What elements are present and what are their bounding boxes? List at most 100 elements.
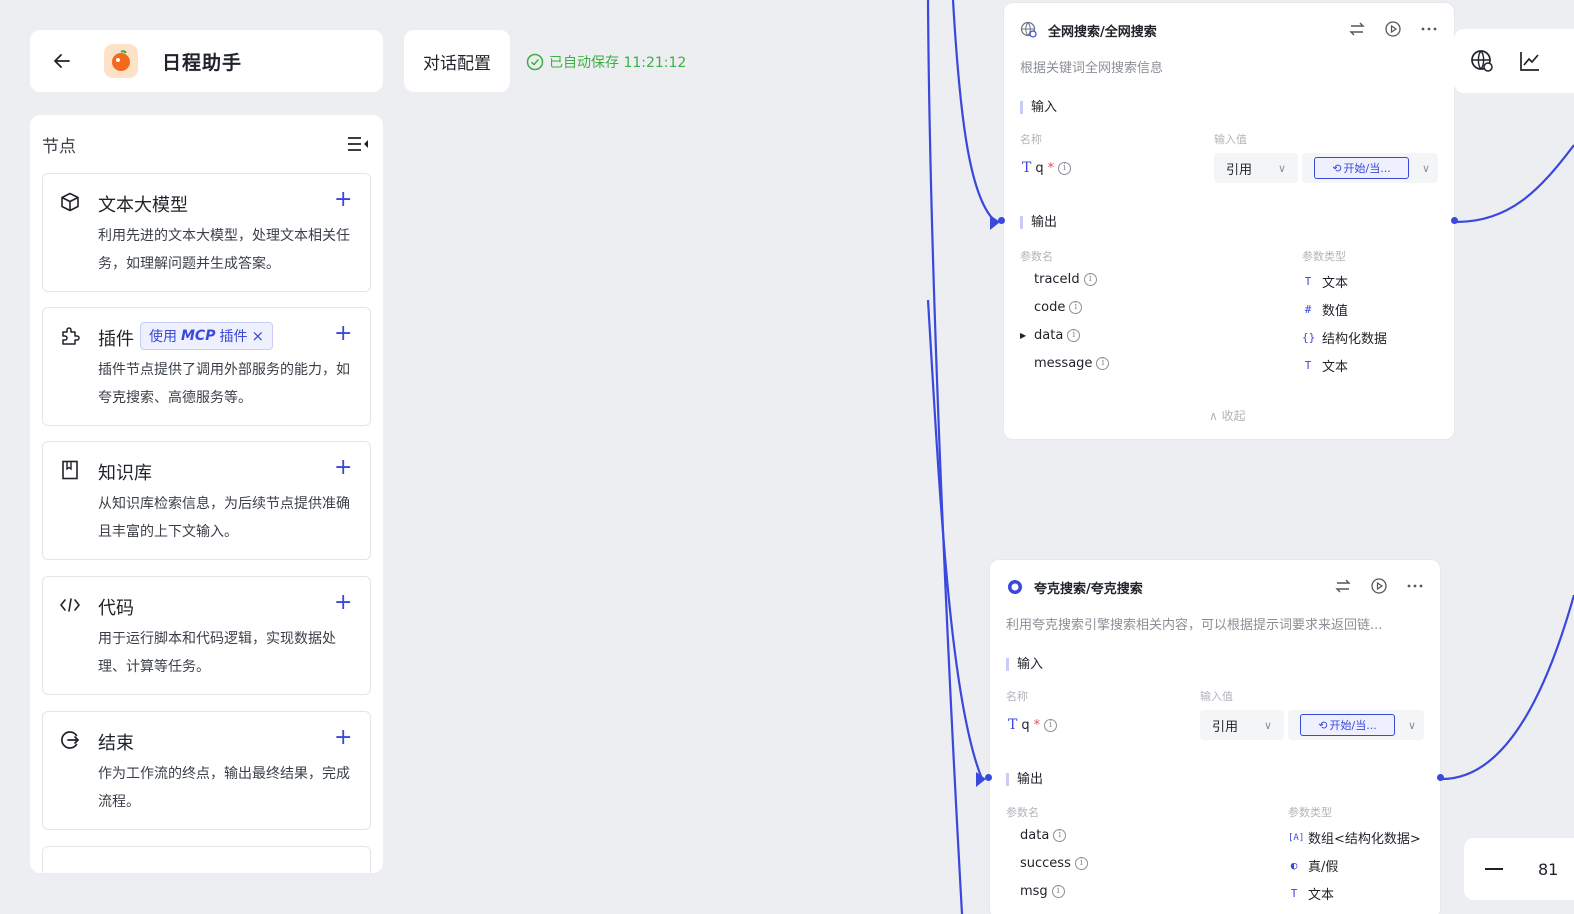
info-icon[interactable]: i: [1069, 301, 1083, 314]
collapse-link[interactable]: ∧ 收起: [1209, 407, 1246, 424]
node-panel: 节点 文本大模型 + 利用先进的文本大模型，处理文本相关任务，如理解问题并生成答…: [30, 115, 383, 873]
param-name: data: [1034, 328, 1064, 343]
mcp-tag-strong: MCP: [181, 328, 216, 344]
info-icon[interactable]: i: [1083, 273, 1097, 286]
reference-value: 开始/当...: [1343, 162, 1391, 175]
info-icon[interactable]: i: [1096, 357, 1110, 370]
output-port[interactable]: [1451, 217, 1458, 224]
info-icon[interactable]: i: [1067, 329, 1081, 342]
chevron-down-icon: ∨: [1277, 161, 1286, 175]
output-param: message i: [1034, 356, 1110, 371]
type-name: 结构化数据: [1322, 332, 1388, 347]
param-name: msg: [1020, 884, 1048, 899]
workflow-node-quark-search[interactable]: 夸克搜索/夸克搜索 利用夸克搜索引擎搜索相关内容，可以根据提示词要求来返回链..…: [989, 559, 1441, 914]
collapse-panel-icon[interactable]: [347, 133, 369, 155]
reference-value-select[interactable]: ⟲ 开始/当... ∨: [1302, 153, 1438, 183]
more-icon[interactable]: [1406, 577, 1424, 595]
reference-select[interactable]: 引用 ∨: [1200, 710, 1284, 740]
back-arrow-icon[interactable]: [50, 49, 74, 73]
canvas-toolbar: [1454, 29, 1574, 93]
node-card-code[interactable]: 代码 + 用于运行脚本和代码逻辑，实现数据处理、计算等任务。: [42, 576, 371, 695]
zoom-level: 81: [1538, 859, 1559, 879]
node-card-plugin[interactable]: 插件 使用 MCP 插件 × + 插件节点提供了调用外部服务的能力，如夸克搜索、…: [42, 307, 371, 426]
info-icon[interactable]: i: [1051, 885, 1065, 898]
param-name: code: [1034, 300, 1066, 315]
info-icon[interactable]: i: [1044, 718, 1058, 732]
reference-value-select[interactable]: ⟲ 开始/当... ∨: [1288, 710, 1424, 740]
app-title-card: 日程助手: [30, 30, 383, 92]
param-name: q: [1021, 717, 1030, 733]
app-avatar: [104, 44, 138, 78]
globe-icon[interactable]: [1470, 49, 1494, 73]
node-card-end[interactable]: 结束 + 作为工作流的终点，输出最终结果，完成流程。: [42, 711, 371, 830]
required-mark: *: [1047, 160, 1055, 176]
node-desc: 根据关键词全网搜索信息: [1020, 61, 1164, 76]
param-name: data: [1020, 828, 1050, 843]
zoom-out-icon[interactable]: [1484, 859, 1504, 879]
number-type-icon: #: [1304, 303, 1312, 316]
check-circle-icon: [526, 53, 544, 71]
node-name: 结束: [98, 733, 134, 754]
swap-icon[interactable]: [1334, 577, 1352, 595]
node-desc: 利用先进的文本大模型，处理文本相关任务，如理解问题并生成答案。: [98, 228, 350, 272]
output-type: ◐ 真/假: [1288, 856, 1339, 875]
add-node-button[interactable]: +: [334, 457, 352, 479]
info-icon[interactable]: i: [1053, 829, 1067, 842]
collapse-text: 收起: [1221, 409, 1246, 423]
text-type-icon: T: [1290, 887, 1298, 900]
input-section-label: 输入: [1006, 658, 1043, 671]
panel-title: 节点: [42, 136, 76, 157]
node-desc: 利用夸克搜索引擎搜索相关内容，可以根据提示词要求来返回链...: [1006, 618, 1383, 633]
input-port[interactable]: [998, 217, 1005, 224]
output-type: {} 结构化数据: [1302, 328, 1387, 347]
param-name: q: [1035, 160, 1044, 176]
type-name: 文本: [1322, 360, 1349, 375]
output-name-column: 参数名: [1006, 806, 1039, 819]
info-icon[interactable]: i: [1074, 857, 1088, 870]
name-column-label: 名称: [1020, 133, 1042, 146]
more-icon[interactable]: [1420, 20, 1438, 38]
add-node-button[interactable]: +: [334, 727, 352, 749]
input-param: T q * i: [1022, 160, 1072, 176]
input-port[interactable]: [985, 774, 992, 781]
puzzle-icon: [60, 326, 80, 346]
node-card-llm[interactable]: 文本大模型 + 利用先进的文本大模型，处理文本相关任务，如理解问题并生成答案。: [42, 173, 371, 292]
code-icon: [60, 595, 80, 615]
output-port[interactable]: [1437, 774, 1444, 781]
expand-caret-icon[interactable]: ▶: [1020, 331, 1030, 340]
output-type-column: 参数类型: [1302, 250, 1346, 263]
node-name: 代码: [98, 598, 134, 619]
node-card-partial[interactable]: [42, 846, 371, 873]
node-name: 文本大模型: [98, 195, 188, 216]
chart-icon[interactable]: [1518, 49, 1542, 73]
reference-label: 引用: [1226, 162, 1253, 178]
node-title: 全网搜索/全网搜索: [1048, 24, 1157, 40]
mcp-tag-prefix: 使用: [149, 329, 177, 345]
add-node-button[interactable]: +: [334, 189, 352, 211]
dialog-config-button[interactable]: 对话配置: [404, 30, 510, 92]
globe-search-icon: [1020, 21, 1037, 38]
input-section-label: 输入: [1020, 101, 1057, 114]
value-column-label: 输入值: [1200, 690, 1233, 703]
output-type-column: 参数类型: [1288, 806, 1332, 819]
close-icon[interactable]: ×: [251, 327, 264, 345]
object-type-icon: {}: [1302, 331, 1316, 344]
reference-select[interactable]: 引用 ∨: [1214, 153, 1298, 183]
add-node-button[interactable]: +: [334, 323, 352, 345]
link-icon: ⟲: [1318, 718, 1328, 732]
workflow-node-web-search[interactable]: 全网搜索/全网搜索 根据关键词全网搜索信息 输入 名称 输入值 T q * i …: [1003, 2, 1455, 440]
output-param: success i: [1020, 856, 1088, 871]
run-icon[interactable]: [1384, 20, 1402, 38]
output-section-label: 输出: [1020, 216, 1057, 229]
link-icon: ⟲: [1332, 161, 1342, 175]
swap-icon[interactable]: [1348, 20, 1366, 38]
add-node-button[interactable]: +: [334, 592, 352, 614]
boolean-type-icon: ◐: [1290, 859, 1298, 872]
node-card-knowledge[interactable]: 知识库 + 从知识库检索信息，为后续节点提供准确且丰富的上下文输入。: [42, 441, 371, 560]
info-icon[interactable]: i: [1058, 161, 1072, 175]
chevron-down-icon: ∨: [1263, 718, 1272, 732]
text-type-icon: T: [1304, 275, 1312, 288]
autosave-status: 已自动保存 11:21:12: [526, 52, 686, 72]
mcp-plugin-tag[interactable]: 使用 MCP 插件 ×: [140, 322, 274, 350]
run-icon[interactable]: [1370, 577, 1388, 595]
